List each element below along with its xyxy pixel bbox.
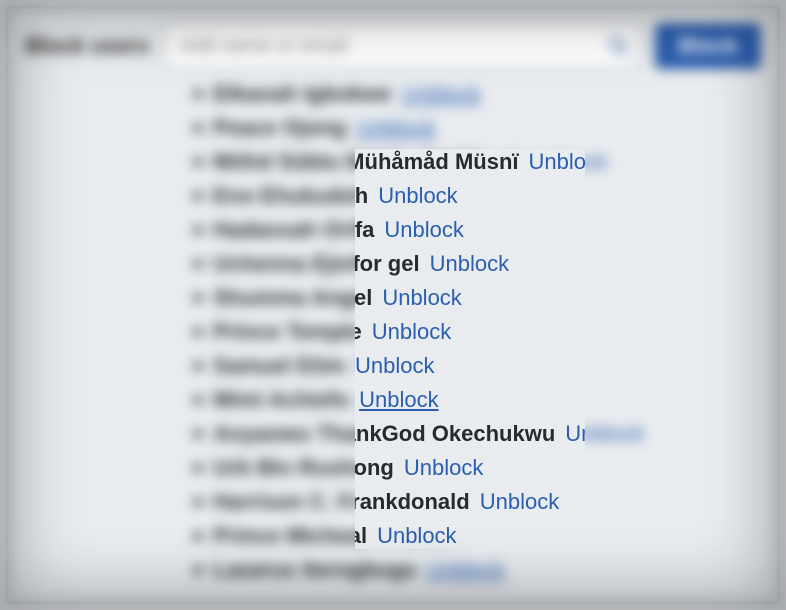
unblock-link[interactable]: Unblock (426, 553, 505, 587)
blocked-user-name: Prince Micheal (213, 519, 367, 553)
bullet-icon (193, 429, 203, 439)
bullet-icon (193, 565, 203, 575)
list-item: Urb Bin Rushong Unblock (193, 451, 761, 485)
blocked-user-name: Lazarus Iterogbuga (213, 553, 416, 587)
bullet-icon (193, 259, 203, 269)
search-wrapper (164, 23, 641, 69)
list-item: Mimi Achiefo Unblock (193, 383, 761, 417)
bullet-icon (193, 191, 203, 201)
blocked-user-name: Mimi Achiefo (213, 383, 349, 417)
list-item: Harrison C. Frankdonald Unblock (193, 485, 761, 519)
bullet-icon (193, 361, 203, 371)
unblock-link[interactable]: Unblock (404, 451, 483, 485)
unblock-link[interactable]: Unblock (372, 315, 451, 349)
blocked-user-name: Samuel Etim (213, 349, 345, 383)
list-item: Shumma Angel Unblock (193, 281, 761, 315)
blocked-user-name: Anyaowu ThankGod Okechukwu (213, 417, 555, 451)
blocked-user-name: Shumma Angel (213, 281, 372, 315)
bullet-icon (193, 327, 203, 337)
list-item: Elkanah Igbokwe Unblock (193, 77, 761, 111)
unblock-link[interactable]: Unblock (384, 213, 463, 247)
settings-panel: Block users Block Elkanah IgbokweUnblock… (6, 6, 780, 604)
block-users-header: Block users Block (25, 23, 761, 69)
unblock-link[interactable]: Unblock (359, 383, 438, 417)
blocked-user-name: Eno Ehukudoh (213, 179, 368, 213)
list-item: Peace Ojong Unblock (193, 111, 761, 145)
bullet-icon (193, 89, 203, 99)
blocked-user-name: Möhd Sübtu Mühåmåd Müsnï (213, 145, 519, 179)
bullet-icon (193, 157, 203, 167)
bullet-icon (193, 463, 203, 473)
list-item: Hadassah Orifa Unblock (193, 213, 761, 247)
unblock-link[interactable]: Unblock (378, 179, 457, 213)
block-search-input[interactable] (164, 23, 641, 69)
list-item: Anyaowu ThankGod Okechukwu Unblock (193, 417, 761, 451)
unblock-link[interactable]: Unblock (480, 485, 559, 519)
blocked-user-name: Harrison C. Frankdonald (213, 485, 470, 519)
blocked-user-name: Urb Bin Rushong (213, 451, 394, 485)
list-item: Samuel Etim Unblock (193, 349, 761, 383)
bullet-icon (193, 293, 203, 303)
list-item: Uchenna Ejiofor gel Unblock (193, 247, 761, 281)
blocked-user-name: Hadassah Orifa (213, 213, 374, 247)
bullet-icon (193, 497, 203, 507)
unblock-link[interactable]: Unblock (382, 281, 461, 315)
search-icon (607, 34, 631, 58)
bullet-icon (193, 225, 203, 235)
blocked-user-name: Peace Ojong (213, 111, 346, 145)
unblock-link[interactable]: Unblock (430, 247, 509, 281)
list-item: Möhd Sübtu Mühåmåd Müsnï Unblock (193, 145, 761, 179)
bullet-icon (193, 123, 203, 133)
list-item: Lazarus Iterogbuga Unblock (193, 553, 761, 587)
block-button[interactable]: Block (655, 23, 761, 69)
blocked-user-name: Uchenna Ejiofor gel (213, 247, 420, 281)
blocked-user-name: Prince Temple (213, 315, 362, 349)
unblock-link[interactable]: Unblock (355, 349, 434, 383)
unblock-link[interactable]: Unblock (377, 519, 456, 553)
unblock-link[interactable]: Unblock (565, 417, 644, 451)
list-item: Prince Micheal Unblock (193, 519, 761, 553)
list-item: Prince Temple Unblock (193, 315, 761, 349)
bullet-icon (193, 395, 203, 405)
list-item: Eno Ehukudoh Unblock (193, 179, 761, 213)
unblock-link[interactable]: Unblock (402, 77, 481, 111)
blocked-user-name: Elkanah Igbokwe (213, 77, 392, 111)
blocked-users-list: Elkanah IgbokweUnblockPeace OjongUnblock… (193, 77, 761, 587)
block-users-label: Block users (25, 33, 150, 59)
unblock-link[interactable]: Unblock (356, 111, 435, 145)
unblock-link[interactable]: Unblock (529, 145, 608, 179)
bullet-icon (193, 531, 203, 541)
